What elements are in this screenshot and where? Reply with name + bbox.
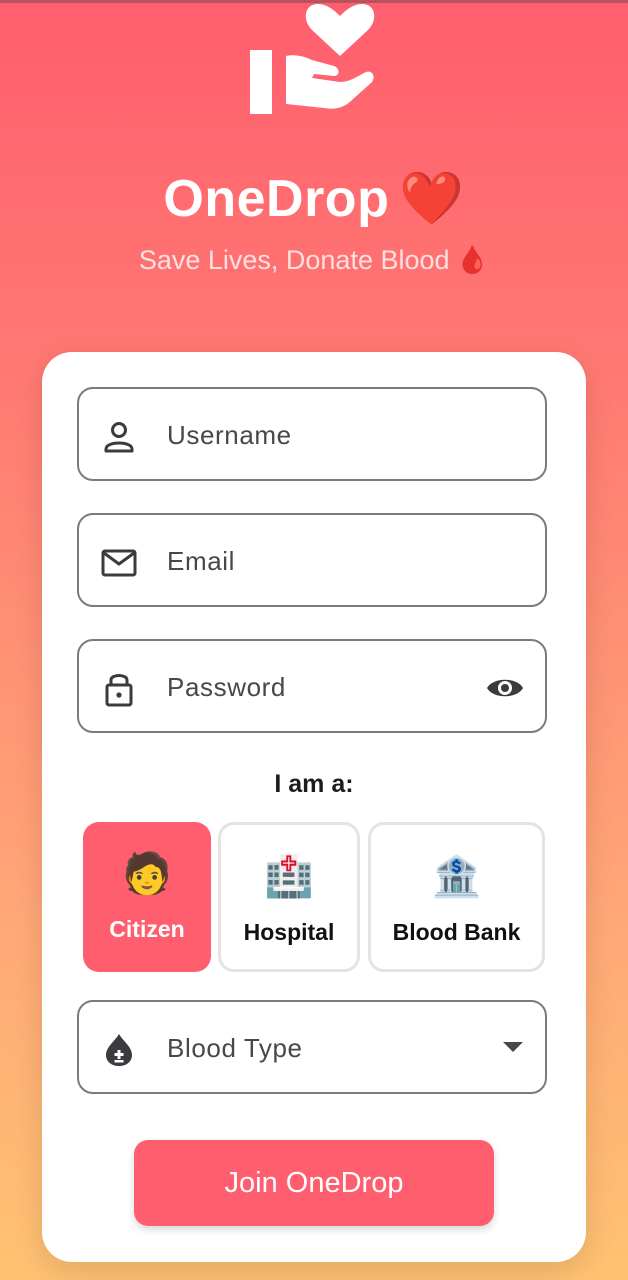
password-field[interactable] (77, 639, 547, 733)
blood-type-dropdown[interactable]: Blood Type (77, 1000, 547, 1094)
username-field[interactable] (77, 387, 547, 481)
hospital-icon: 🏥 (264, 855, 314, 899)
role-citizen-button[interactable]: 🧑 Citizen (83, 822, 211, 972)
app-title: OneDrop ❤️ (163, 170, 465, 228)
role-prompt: I am a: (274, 770, 354, 798)
blood-drop-icon: 🩸 (455, 245, 490, 275)
blood-type-label: Blood Type (167, 1033, 303, 1063)
blood-drop-plus-minus-icon (106, 1034, 132, 1066)
role-hospital-button[interactable]: 🏥 Hospital (218, 822, 360, 972)
role-label: Blood Bank (392, 919, 521, 945)
email-input[interactable] (167, 515, 467, 607)
signup-card: I am a: 🧑 Citizen 🏥 Hospital 🏦 Blood Ban… (42, 352, 586, 1262)
join-button[interactable]: Join OneDrop (134, 1140, 494, 1226)
role-label: Hospital (243, 919, 335, 945)
tagline: Save Lives, Donate Blood 🩸 (138, 245, 490, 275)
bank-icon: 🏦 (431, 855, 482, 899)
role-label: Citizen (109, 916, 185, 942)
person-emoji-icon: 🧑 (122, 852, 172, 896)
password-input[interactable] (167, 641, 467, 733)
email-field[interactable] (77, 513, 547, 607)
chevron-down-icon (503, 1042, 523, 1052)
role-blood-bank-button[interactable]: 🏦 Blood Bank (368, 822, 545, 972)
mail-icon (101, 549, 137, 577)
heart-icon: ❤️ (399, 170, 465, 228)
hand-holding-heart-icon (250, 4, 375, 114)
person-icon (104, 422, 134, 453)
username-input[interactable] (167, 389, 467, 481)
eye-icon[interactable] (485, 671, 525, 705)
lock-icon (105, 674, 133, 707)
